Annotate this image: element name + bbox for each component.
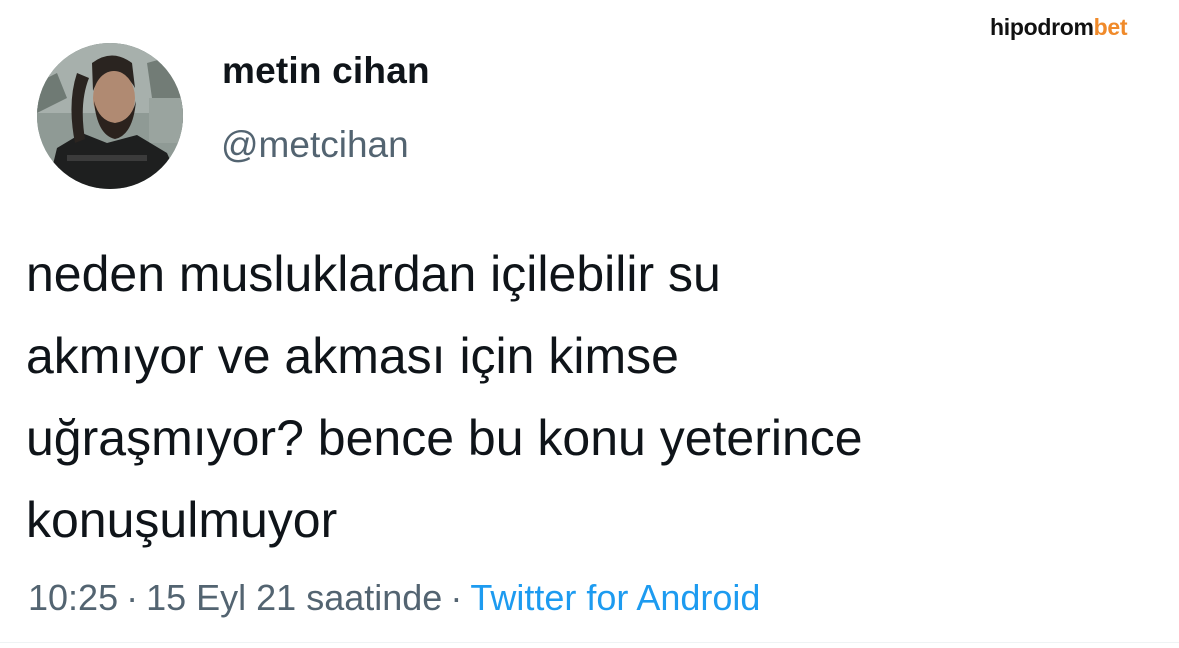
meta-separator: · xyxy=(450,577,463,618)
profile-photo-icon xyxy=(37,43,183,189)
tweet-metadata: 10:25 · 15 Eyl 21 saatinde · Twitter for And… xyxy=(28,577,760,619)
tweet-source-link[interactable]: Twitter for Android xyxy=(470,577,760,618)
hipodrombet-logo: hipodrombet xyxy=(990,14,1128,41)
logo-text-accent: bet xyxy=(1093,14,1128,40)
tweet-date[interactable]: 15 Eyl 21 saatinde xyxy=(146,577,442,618)
bottom-divider xyxy=(0,642,1179,643)
avatar[interactable] xyxy=(37,43,183,189)
logo-text-main: hipodrom xyxy=(990,14,1094,40)
tweet-time[interactable]: 10:25 xyxy=(28,577,118,618)
tweet-text: neden musluklardan içilebilir su akmıyor… xyxy=(26,246,863,548)
author-handle[interactable]: @metcihan xyxy=(221,124,409,166)
meta-separator: · xyxy=(126,577,139,618)
author-display-name[interactable]: metin cihan xyxy=(222,50,430,92)
